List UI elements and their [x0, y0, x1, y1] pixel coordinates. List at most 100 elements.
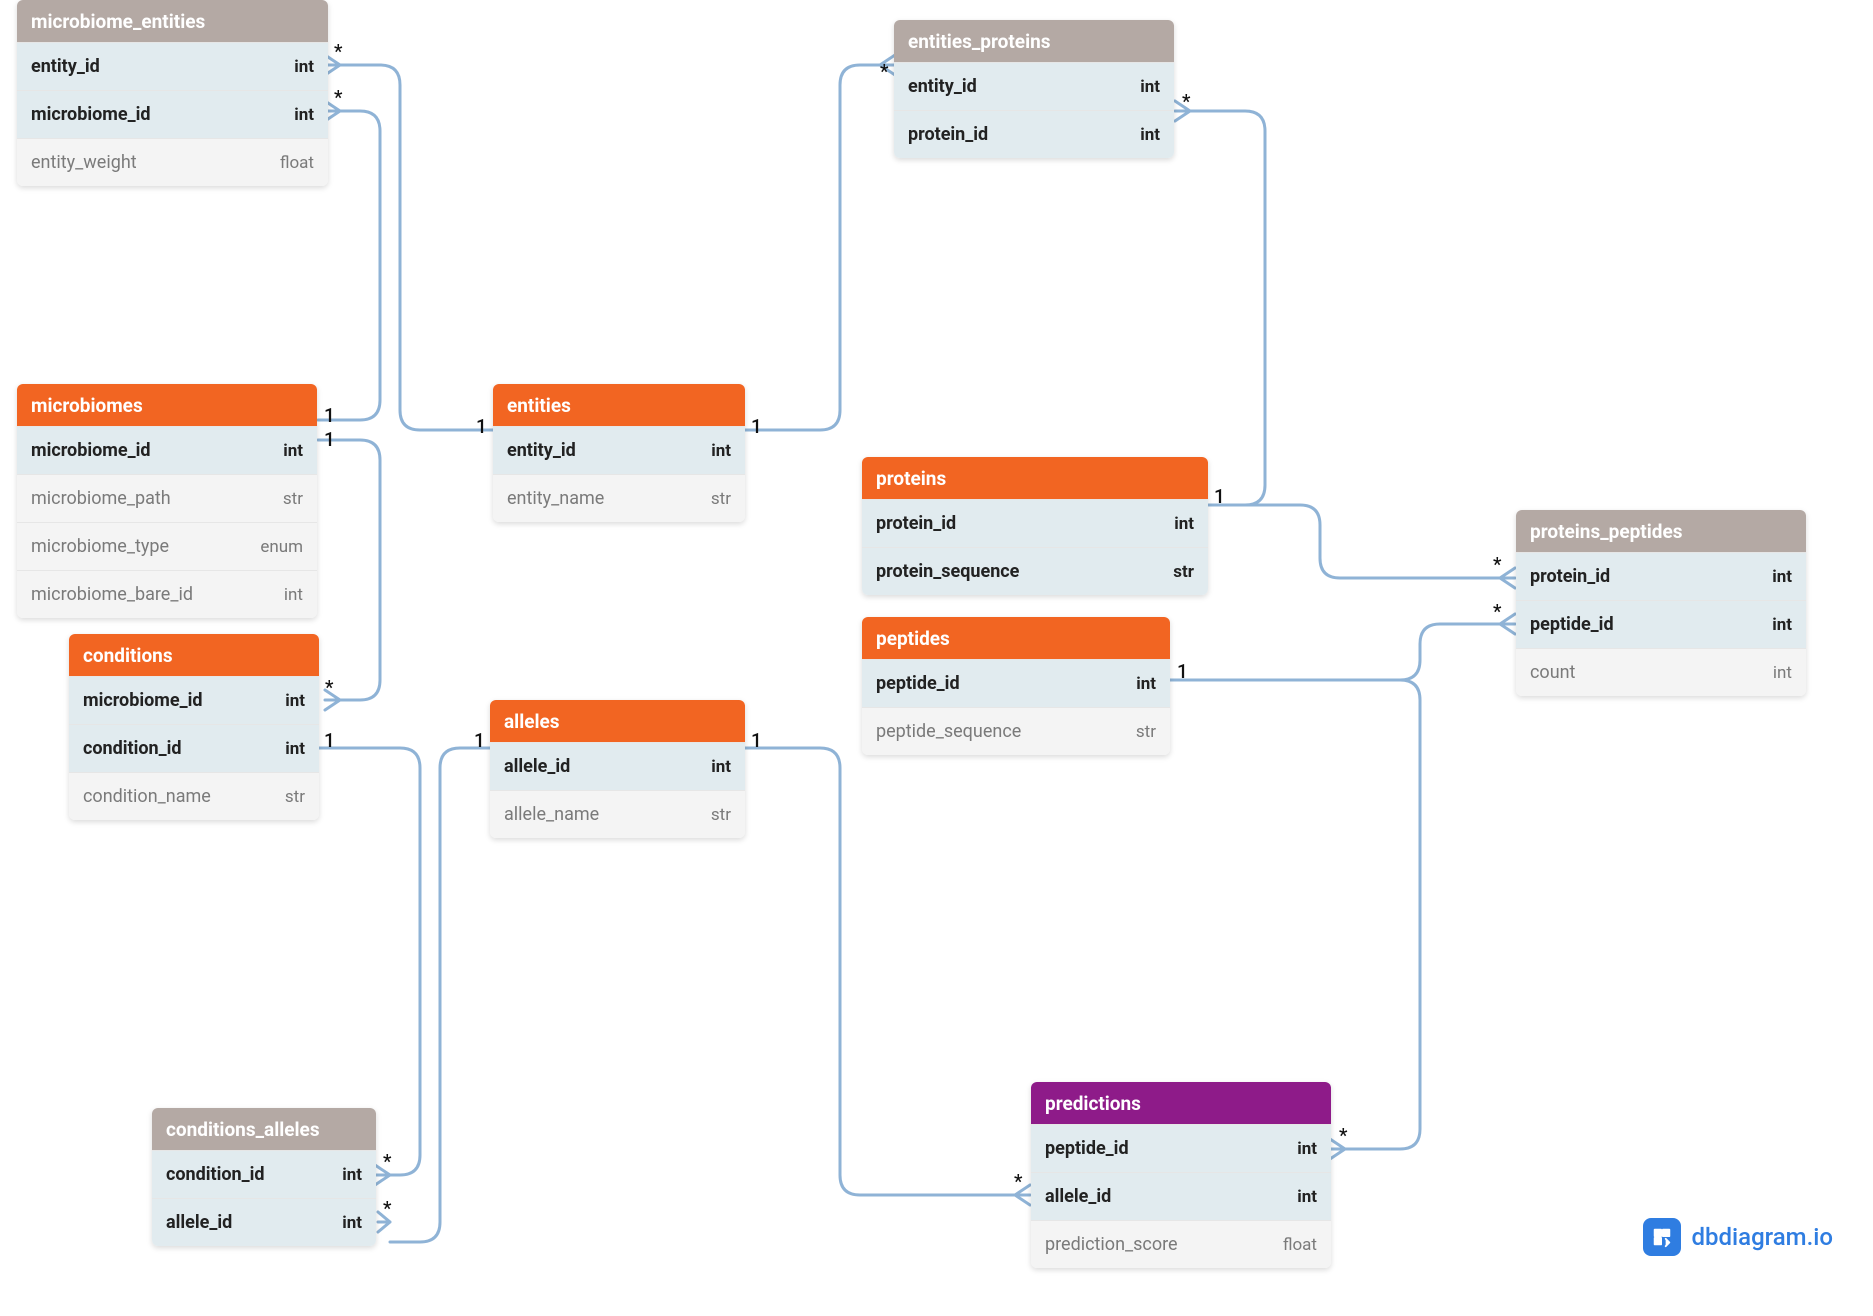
col-type: int [283, 441, 303, 461]
table-row[interactable]: entity_idint [894, 62, 1174, 110]
table-proteins-peptides[interactable]: proteins_peptides protein_idint peptide_… [1516, 510, 1806, 696]
cardinality-label: * [334, 86, 342, 109]
col-name: condition_name [83, 786, 211, 807]
col-type: int [342, 1213, 362, 1233]
col-type: int [1136, 674, 1156, 694]
table-header: microbiome_entities [17, 0, 328, 42]
table-entities[interactable]: entities entity_idint entity_namestr [493, 384, 745, 522]
cardinality-label: 1 [324, 729, 335, 752]
table-row[interactable]: peptide_id int [1516, 600, 1806, 648]
table-header: proteins [862, 457, 1208, 499]
table-row[interactable]: microbiome_pathstr [17, 474, 317, 522]
col-type: int [711, 441, 731, 461]
cardinality-label: * [1493, 600, 1501, 623]
col-name: microbiome_id [83, 690, 202, 711]
brand-text: dbdiagram.io [1691, 1223, 1833, 1251]
col-type: str [711, 805, 731, 825]
col-name: peptide_id [1530, 614, 1614, 635]
table-row[interactable]: entity_weightfloat [17, 138, 328, 186]
col-type: int [1773, 663, 1792, 683]
table-header: microbiomes [17, 384, 317, 426]
brand-watermark: dbdiagram.io [1643, 1218, 1833, 1256]
col-name: microbiome_type [31, 536, 169, 557]
col-type: int [1297, 1187, 1317, 1207]
table-row[interactable]: microbiome_idint [17, 90, 328, 138]
table-conditions-alleles[interactable]: conditions_alleles condition_idint allel… [152, 1108, 376, 1246]
col-type: int [711, 757, 731, 777]
col-type: int [285, 739, 305, 759]
col-type: int [1772, 615, 1792, 635]
erd-canvas: microbiome_entities entity_idint microbi… [0, 0, 1873, 1316]
col-type: str [285, 787, 305, 807]
brand-logo-icon [1643, 1218, 1681, 1256]
col-name: entity_name [507, 488, 604, 509]
table-row[interactable]: prediction_scorefloat [1031, 1220, 1331, 1268]
table-row[interactable]: entity_name str [493, 474, 745, 522]
col-type: float [1283, 1235, 1317, 1255]
col-type: int [1174, 514, 1194, 534]
col-name: allele_id [504, 756, 570, 777]
col-type: int [1140, 125, 1160, 145]
cardinality-label: * [383, 1197, 391, 1220]
table-row[interactable]: count int [1516, 648, 1806, 696]
table-row[interactable]: peptide_id int [1031, 1124, 1331, 1172]
col-name: condition_id [166, 1164, 265, 1185]
table-proteins[interactable]: proteins protein_idint protein_sequence s… [862, 457, 1208, 595]
table-row[interactable]: microbiome_bare_idint [17, 570, 317, 618]
table-microbiome-entities[interactable]: microbiome_entities entity_idint microbi… [17, 0, 328, 186]
col-name: protein_sequence [876, 561, 1019, 582]
cardinality-label: 1 [1177, 660, 1188, 683]
cardinality-label: * [1339, 1124, 1347, 1147]
col-name: microbiome_path [31, 488, 171, 509]
col-type: str [1136, 722, 1156, 742]
col-name: microbiome_bare_id [31, 584, 193, 605]
table-row[interactable]: allele_id int [490, 742, 745, 790]
table-row[interactable]: protein_idint [894, 110, 1174, 158]
cardinality-label: 1 [751, 415, 762, 438]
table-row[interactable]: microbiome_id int [17, 426, 317, 474]
col-name: entity_weight [31, 152, 137, 173]
table-row[interactable]: protein_idint [862, 499, 1208, 547]
table-entities-proteins[interactable]: entities_proteins entity_idint protein_i… [894, 20, 1174, 158]
table-row[interactable]: condition_idint [152, 1150, 376, 1198]
cardinality-label: * [1014, 1170, 1022, 1193]
table-row[interactable]: microbiome_typeenum [17, 522, 317, 570]
col-type: str [1173, 562, 1194, 582]
col-name: peptide_id [1045, 1138, 1129, 1159]
col-type: int [1297, 1139, 1317, 1159]
table-row[interactable]: entity_idint [493, 426, 745, 474]
col-name: microbiome_id [31, 440, 150, 461]
col-name: allele_name [504, 804, 599, 825]
cardinality-label: 1 [751, 729, 762, 752]
cardinality-label: 1 [324, 428, 335, 451]
table-conditions[interactable]: conditions microbiome_idint condition_id… [69, 634, 319, 820]
col-type: str [711, 489, 731, 509]
table-row[interactable]: entity_idint [17, 42, 328, 90]
table-row[interactable]: allele_name str [490, 790, 745, 838]
cardinality-label: * [880, 60, 888, 83]
col-type: int [1772, 567, 1792, 587]
table-row[interactable]: protein_idint [1516, 552, 1806, 600]
col-name: microbiome_id [31, 104, 150, 125]
table-peptides[interactable]: peptides peptide_idint peptide_sequences… [862, 617, 1170, 755]
col-name: entity_id [908, 76, 977, 97]
table-header: conditions [69, 634, 319, 676]
table-row[interactable]: peptide_sequencestr [862, 707, 1170, 755]
table-row[interactable]: peptide_id int [862, 659, 1170, 707]
col-name: count [1530, 662, 1575, 683]
table-predictions[interactable]: predictions peptide_idint allele_idint p… [1031, 1082, 1331, 1268]
cardinality-label: * [334, 40, 342, 63]
table-alleles[interactable]: alleles allele_idint allele_namestr [490, 700, 745, 838]
table-row[interactable]: condition_name str [69, 772, 319, 820]
table-row[interactable]: protein_sequence str [862, 547, 1208, 595]
table-row[interactable]: condition_idint [69, 724, 319, 772]
cardinality-label: 1 [324, 404, 335, 427]
cardinality-label: 1 [474, 729, 485, 752]
cardinality-label: * [1182, 90, 1190, 113]
table-row[interactable]: allele_idint [1031, 1172, 1331, 1220]
cardinality-label: 1 [1214, 485, 1225, 508]
table-row[interactable]: microbiome_idint [69, 676, 319, 724]
col-name: peptide_id [876, 673, 960, 694]
table-row[interactable]: allele_idint [152, 1198, 376, 1246]
table-microbiomes[interactable]: microbiomes microbiome_id int microbiome_… [17, 384, 317, 618]
